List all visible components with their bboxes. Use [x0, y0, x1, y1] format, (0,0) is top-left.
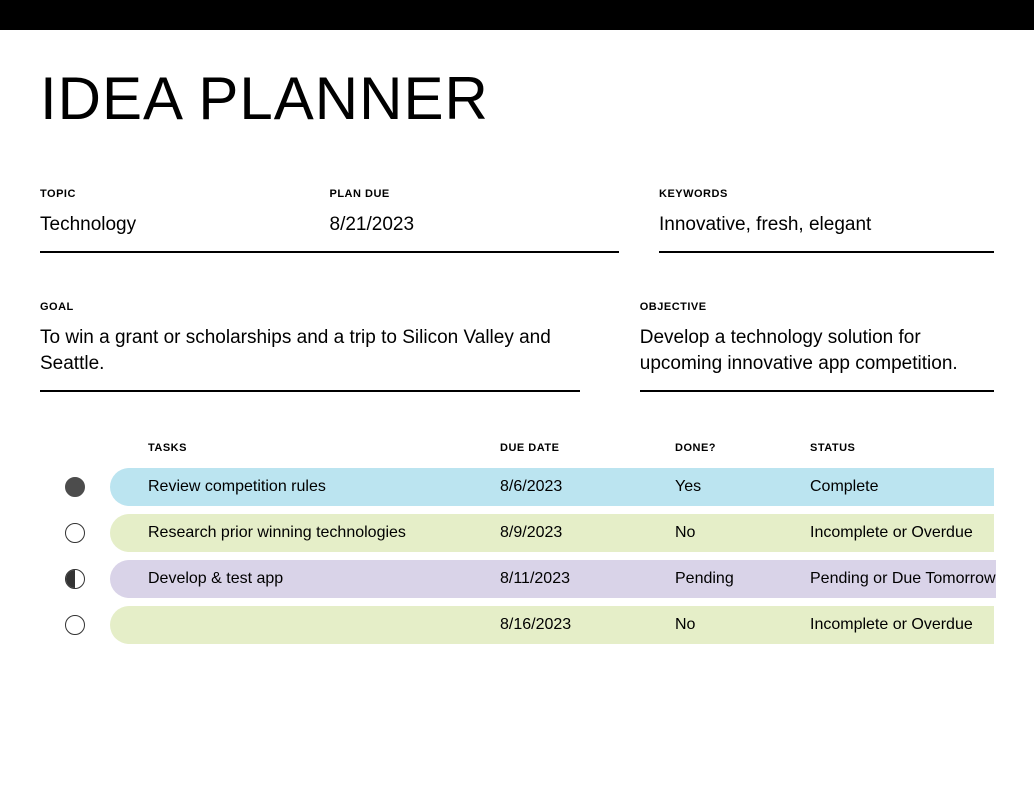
task-bullet-cell — [40, 523, 110, 543]
tasks-body: Review competition rules8/6/2023YesCompl… — [40, 468, 994, 644]
topic-field: TOPIC Technology — [40, 188, 330, 251]
task-status-cell: Incomplete or Overdue — [810, 524, 994, 542]
tasks-header-row: TASKS DUE DATE DONE? STATUS — [40, 442, 994, 454]
field-row-2: GOAL To win a grant or scholarships and … — [40, 301, 994, 392]
bullet-half-icon[interactable] — [65, 569, 85, 589]
top-black-bar — [0, 0, 1034, 30]
keywords-field: KEYWORDS Innovative, fresh, elegant — [659, 188, 994, 253]
header-done: DONE? — [675, 442, 810, 454]
header-status: STATUS — [810, 442, 994, 454]
document-body: IDEA PLANNER TOPIC Technology PLAN DUE 8… — [0, 64, 1034, 644]
page-title: IDEA PLANNER — [40, 64, 994, 133]
plan-due-value: 8/21/2023 — [330, 212, 620, 251]
field-row-1: TOPIC Technology PLAN DUE 8/21/2023 KEYW… — [40, 188, 994, 253]
task-bullet-cell — [40, 477, 110, 497]
topic-value: Technology — [40, 212, 330, 251]
goal-value: To win a grant or scholarships and a tri… — [40, 325, 580, 390]
task-bullet-cell — [40, 569, 110, 589]
header-bullet-spacer — [40, 442, 110, 454]
task-due-cell: 8/16/2023 — [500, 616, 675, 634]
task-due-cell: 8/11/2023 — [500, 570, 675, 588]
bullet-empty-icon[interactable] — [65, 615, 85, 635]
task-status-cell: Incomplete or Overdue — [810, 616, 994, 634]
objective-label: OBJECTIVE — [640, 301, 994, 313]
task-band: Develop & test app8/11/2023PendingPendin… — [110, 560, 996, 598]
table-row: 8/16/2023NoIncomplete or Overdue — [40, 606, 994, 644]
keywords-label: KEYWORDS — [659, 188, 994, 200]
task-name-cell: Develop & test app — [110, 570, 500, 588]
objective-field: OBJECTIVE Develop a technology solution … — [640, 301, 994, 392]
tasks-section: TASKS DUE DATE DONE? STATUS Review compe… — [40, 442, 994, 644]
topic-plan-group: TOPIC Technology PLAN DUE 8/21/2023 — [40, 188, 619, 253]
task-band: Review competition rules8/6/2023YesCompl… — [110, 468, 994, 506]
table-row: Develop & test app8/11/2023PendingPendin… — [40, 560, 994, 598]
task-band: Research prior winning technologies8/9/2… — [110, 514, 994, 552]
task-done-cell: Yes — [675, 478, 810, 496]
header-due: DUE DATE — [500, 442, 675, 454]
header-tasks: TASKS — [110, 442, 500, 454]
bullet-empty-icon[interactable] — [65, 523, 85, 543]
table-row: Research prior winning technologies8/9/2… — [40, 514, 994, 552]
task-status-cell: Pending or Due Tomorrow — [810, 570, 996, 588]
task-bullet-cell — [40, 615, 110, 635]
goal-field: GOAL To win a grant or scholarships and … — [40, 301, 580, 392]
table-row: Review competition rules8/6/2023YesCompl… — [40, 468, 994, 506]
task-due-cell: 8/6/2023 — [500, 478, 675, 496]
task-name-cell: Research prior winning technologies — [110, 524, 500, 542]
task-done-cell: No — [675, 524, 810, 542]
task-name-cell: Review competition rules — [110, 478, 500, 496]
plan-due-field: PLAN DUE 8/21/2023 — [330, 188, 620, 251]
bullet-filled-icon[interactable] — [65, 477, 85, 497]
task-status-cell: Complete — [810, 478, 994, 496]
topic-label: TOPIC — [40, 188, 330, 200]
keywords-value: Innovative, fresh, elegant — [659, 212, 994, 251]
plan-due-label: PLAN DUE — [330, 188, 620, 200]
objective-value: Develop a technology solution for upcomi… — [640, 325, 994, 390]
goal-label: GOAL — [40, 301, 580, 313]
task-band: 8/16/2023NoIncomplete or Overdue — [110, 606, 994, 644]
task-due-cell: 8/9/2023 — [500, 524, 675, 542]
task-done-cell: No — [675, 616, 810, 634]
task-done-cell: Pending — [675, 570, 810, 588]
